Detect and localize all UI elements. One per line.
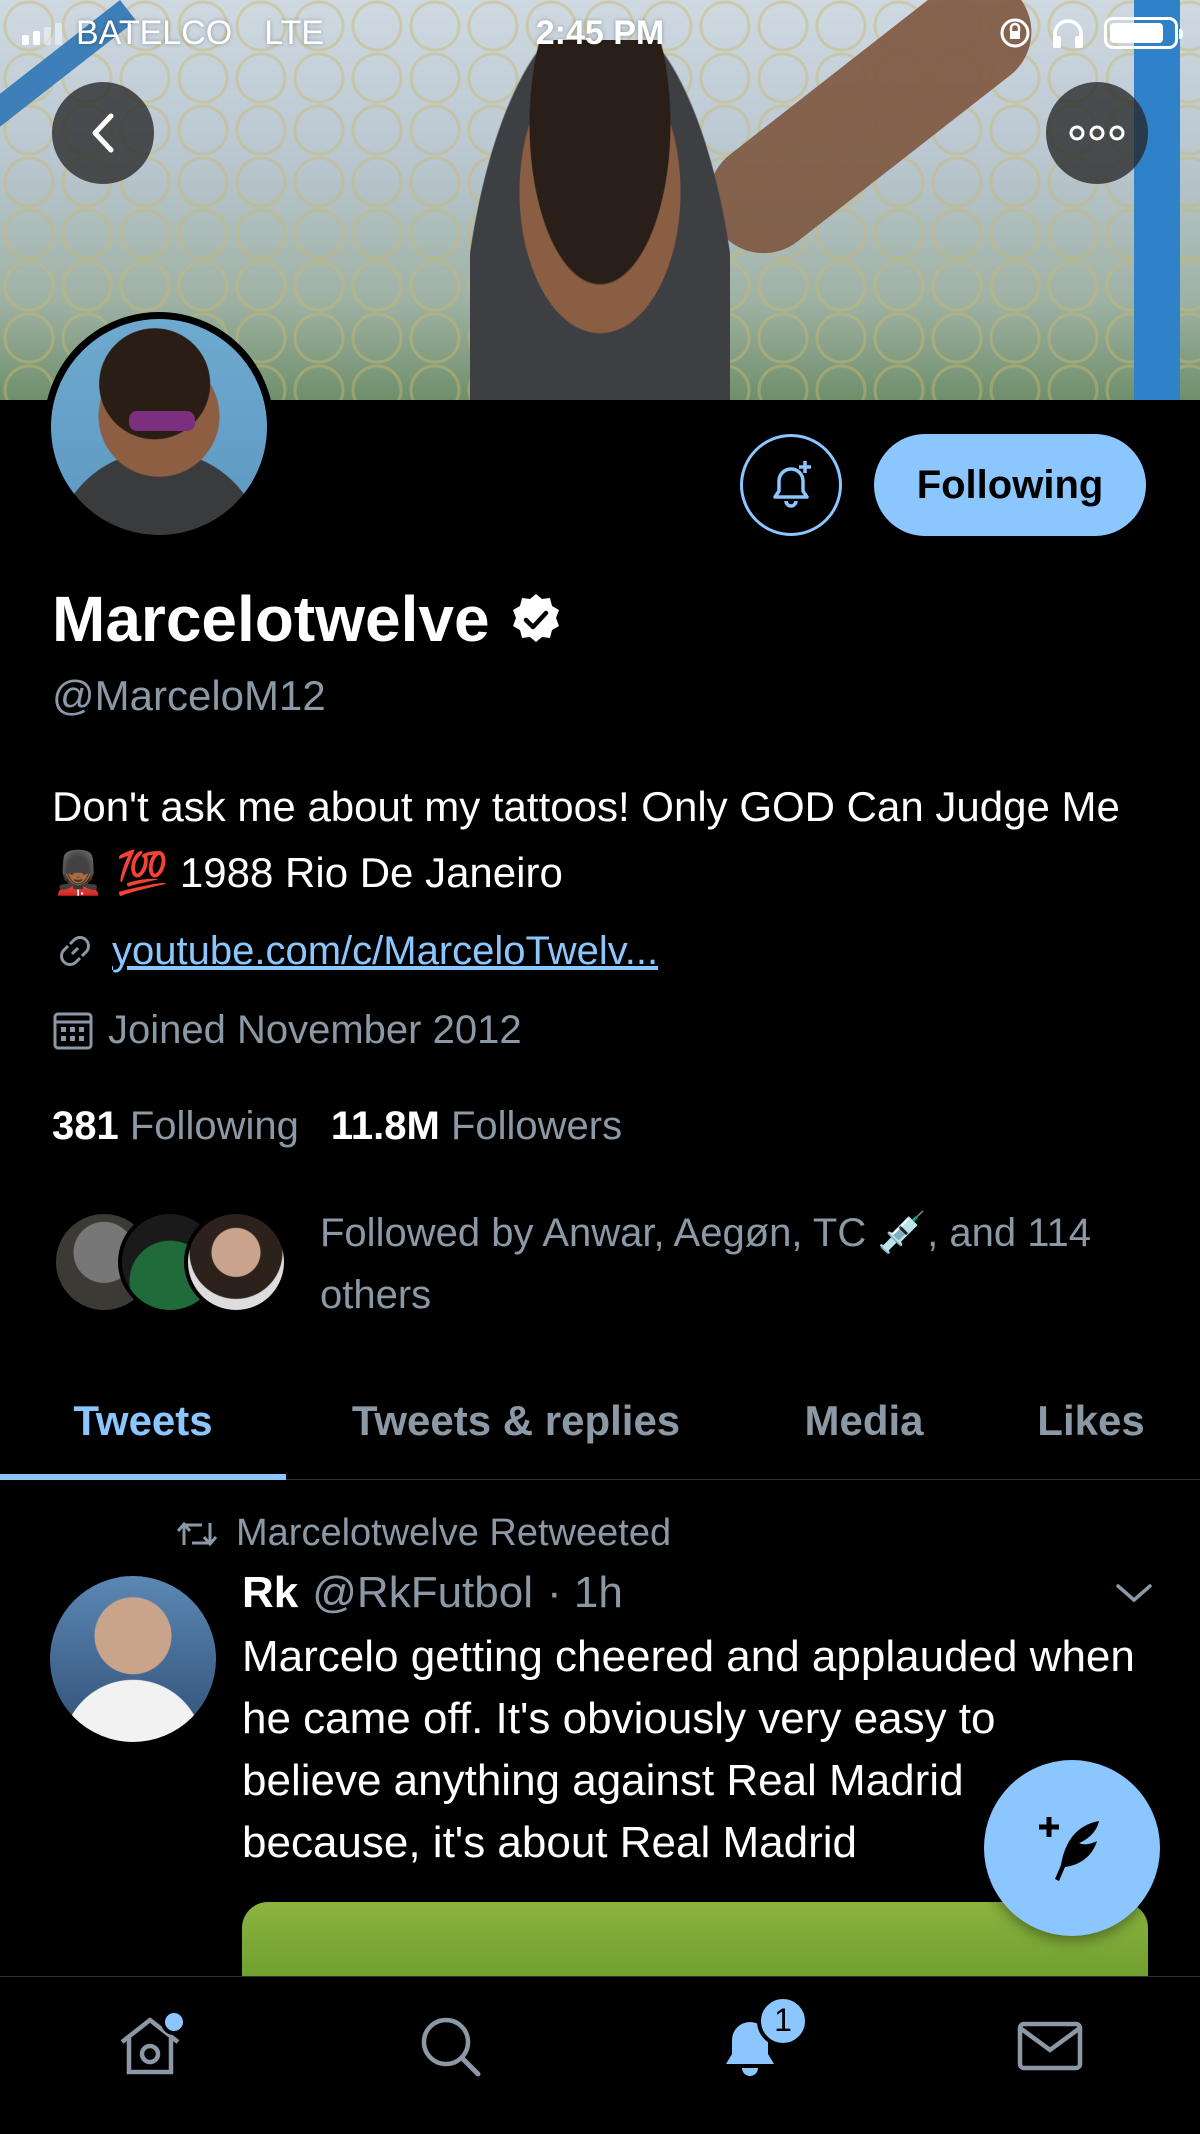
nav-notifications[interactable]: 1: [675, 1991, 825, 2101]
compose-feather-icon: [1039, 1817, 1099, 1881]
search-icon: [421, 2017, 481, 2076]
tab-likes[interactable]: Likes: [982, 1362, 1200, 1479]
home-new-dot: [161, 2008, 187, 2035]
tab-tweets[interactable]: Tweets: [0, 1362, 286, 1480]
profile-name-row: Marcelotwelve: [52, 582, 564, 656]
calendar-icon: [53, 1012, 93, 1049]
followers-count: 11.8M: [330, 1104, 440, 1148]
verified-badge-icon: [512, 594, 559, 642]
following-button[interactable]: Following: [874, 434, 1146, 536]
profile-link-row: youtube.com/c/MarceloTwelv...: [52, 928, 658, 974]
avatar: [184, 1210, 288, 1314]
avatar-glasses: [129, 411, 195, 431]
notifications-toggle-button[interactable]: [740, 434, 842, 536]
profile-link[interactable]: youtube.com/c/MarceloTwelv...: [112, 929, 658, 974]
profile-tabs: Tweets Tweets & replies Media Likes: [0, 1362, 1200, 1480]
link-icon: [60, 936, 90, 966]
followed-by-row[interactable]: Followed by Anwar, Aegøn, TC 💉, and 114 …: [52, 1202, 1100, 1326]
joined-date: Joined November 2012: [108, 1008, 522, 1052]
tab-media[interactable]: Media: [746, 1362, 982, 1479]
network-type: LTE: [264, 13, 325, 52]
joined-row: Joined November 2012: [52, 1008, 522, 1053]
nav-search[interactable]: [375, 1991, 525, 2101]
chevron-left-icon: [92, 113, 114, 153]
tweet-media[interactable]: [242, 1902, 1148, 1982]
profile-avatar[interactable]: [44, 312, 274, 542]
tab-tweets-and-replies[interactable]: Tweets & replies: [286, 1362, 746, 1479]
nav-messages[interactable]: [975, 1991, 1125, 2101]
tweet-author-name[interactable]: Rk: [242, 1568, 298, 1618]
following-label: Following: [129, 1104, 299, 1148]
retweet-label[interactable]: Marcelotwelve Retweeted: [236, 1512, 671, 1555]
headphones-icon: [1053, 19, 1083, 48]
status-bar: BATELCO LTE 2:45 PM: [0, 0, 1200, 66]
more-icon: [1069, 125, 1125, 141]
followed-by-avatars: [52, 1202, 292, 1314]
tweet-author-handle[interactable]: @RkFutbol: [312, 1568, 533, 1618]
profile-handle: @MarceloM12: [52, 672, 326, 719]
rotation-lock-icon: [1000, 18, 1030, 48]
back-button[interactable]: [52, 82, 154, 184]
retweet-indicator: Marcelotwelve Retweeted: [176, 1512, 671, 1555]
battery-icon: [1104, 17, 1183, 49]
banner-person: [470, 40, 730, 400]
follow-counts: 381 Following 11.8M Followers: [52, 1104, 622, 1149]
nav-home[interactable]: [75, 1991, 225, 2101]
notifications-badge: 1: [757, 1994, 809, 2047]
bell-plus-icon: [773, 461, 811, 508]
chevron-down-icon: [1116, 1584, 1152, 1603]
bottom-navigation: 1: [0, 1976, 1200, 2134]
tweet-header: Rk @RkFutbol · 1h: [242, 1568, 623, 1618]
carrier-name: BATELCO: [76, 13, 233, 52]
tweet-time: · 1h: [546, 1568, 623, 1617]
retweet-icon: [176, 1521, 218, 1546]
followers-label: Followers: [450, 1104, 623, 1148]
tweet-author-avatar[interactable]: [50, 1576, 216, 1742]
signal-icon: [22, 21, 62, 45]
followers-count-link[interactable]: 11.8M Followers: [331, 1104, 622, 1149]
tweet-options-button[interactable]: [1112, 1578, 1156, 1613]
following-count: 381: [52, 1104, 119, 1148]
mail-icon: [1017, 2021, 1083, 2070]
display-name: Marcelotwelve: [52, 583, 490, 655]
more-options-button[interactable]: [1046, 82, 1148, 184]
following-count-link[interactable]: 381 Following: [52, 1104, 299, 1149]
followed-by-text: Followed by Anwar, Aegøn, TC 💉, and 114 …: [320, 1211, 1091, 1317]
compose-tweet-button[interactable]: [984, 1760, 1160, 1936]
profile-bio: Don't ask me about my tattoos! Only GOD …: [52, 783, 1120, 896]
